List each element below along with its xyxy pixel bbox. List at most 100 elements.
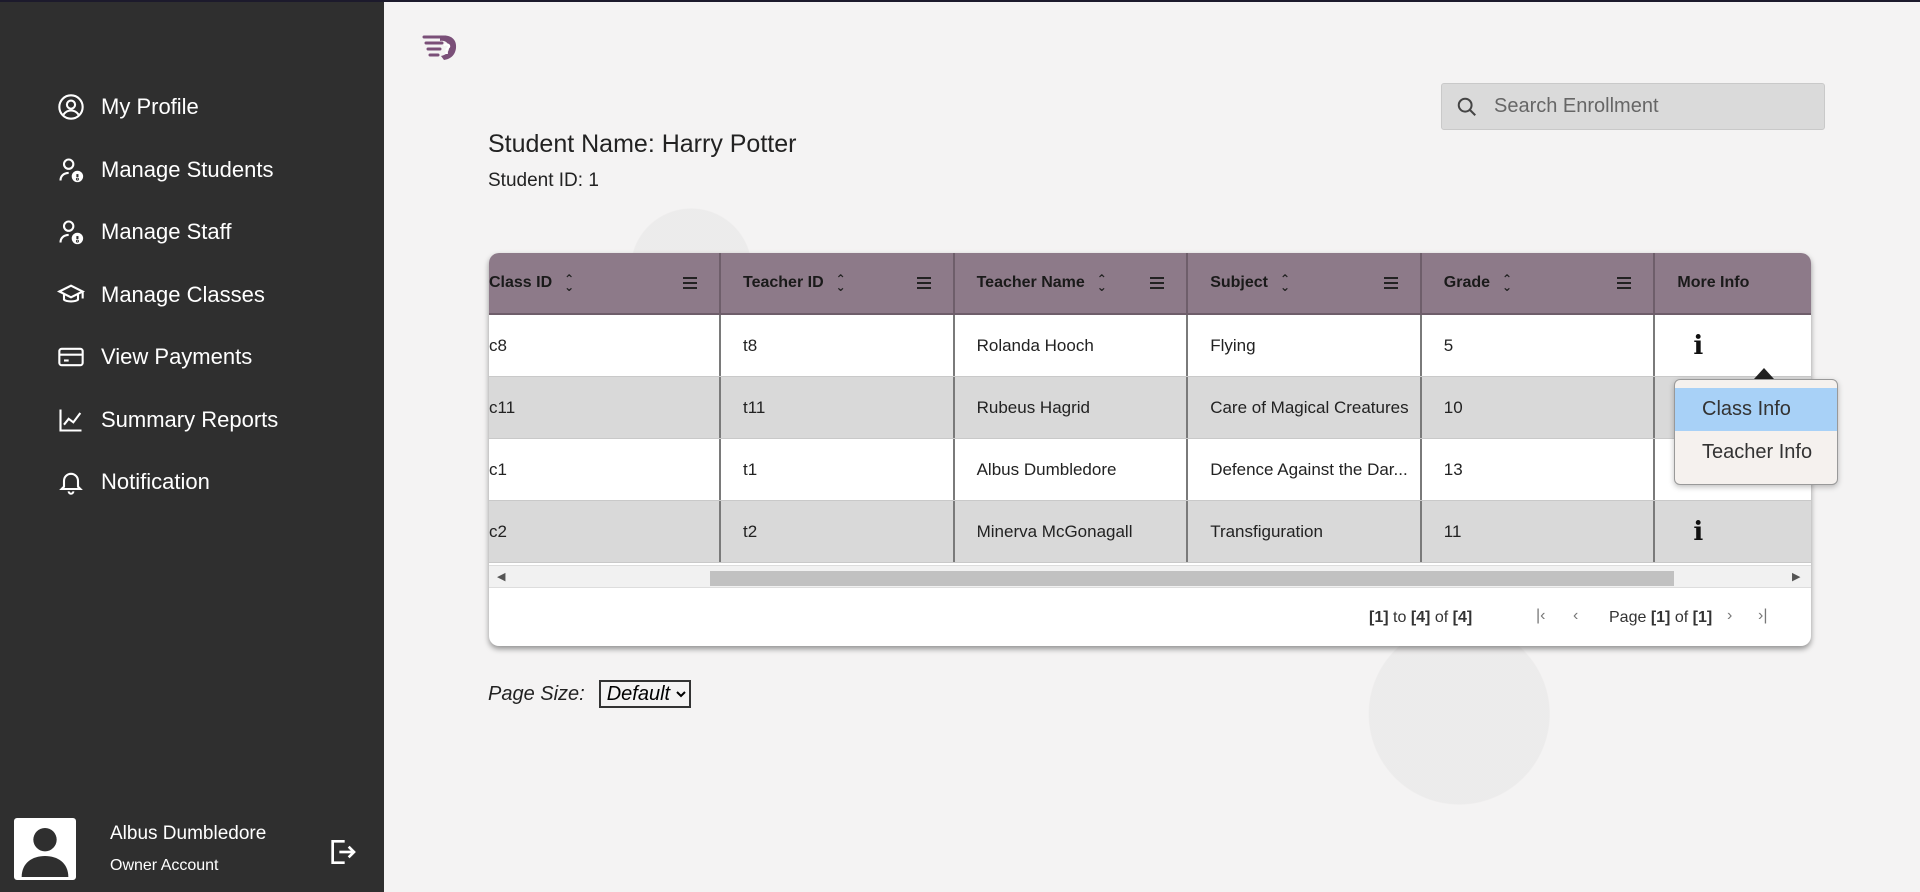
cell-teacher-id[interactable]: t11 <box>721 377 955 438</box>
column-menu-icon[interactable] <box>1383 277 1398 289</box>
column-header-subject[interactable]: Subject ⌃ ⌄ <box>1188 253 1422 313</box>
page-indicator: Page [1] of [1] <box>1609 609 1712 627</box>
sidebar-item-manage-staff[interactable]: Manage Staff <box>56 201 278 264</box>
cell-teacher-id[interactable]: t8 <box>721 315 955 376</box>
user-card: Albus Dumbledore Owner Account <box>14 818 266 880</box>
sort-icon[interactable]: ⌃ ⌄ <box>1280 273 1290 293</box>
table-row[interactable]: c1 t1 Albus Dumbledore Defence Against t… <box>489 439 1811 501</box>
enrollment-grid: Class ID ⌃ ⌄ Teacher ID ⌃ ⌄ Teacher Name ⌃… <box>489 253 1811 646</box>
user-role: Owner Account <box>110 857 219 874</box>
cell-class-id[interactable]: c11 <box>489 377 721 438</box>
search-input[interactable] <box>1494 95 1814 118</box>
user-circle-icon <box>56 92 86 122</box>
scroll-thumb[interactable] <box>710 571 1674 586</box>
menu-item-class-info[interactable]: Class Info <box>1675 388 1837 431</box>
cell-subject[interactable]: Care of Magical Creatures <box>1188 377 1422 438</box>
column-header-teacher-name[interactable]: Teacher Name ⌃ ⌄ <box>955 253 1189 313</box>
previous-page-icon[interactable]: ‹ <box>1573 607 1578 625</box>
table-row[interactable]: c8 t8 Rolanda Hooch Flying 5 i <box>489 315 1811 377</box>
sort-icon[interactable]: ⌃ ⌄ <box>1097 273 1107 293</box>
header-row: Class ID ⌃ ⌄ Teacher ID ⌃ ⌄ Teacher Name ⌃… <box>489 253 1811 315</box>
page-size-select[interactable]: Default <box>598 680 691 708</box>
student-name: Student Name: Harry Potter <box>488 130 797 158</box>
cell-class-id[interactable]: c2 <box>489 501 721 562</box>
last-page-icon[interactable]: ›| <box>1758 607 1767 625</box>
cell-grade[interactable]: 11 <box>1422 501 1656 562</box>
column-header-label: Teacher ID <box>743 274 824 291</box>
column-menu-icon[interactable] <box>1150 277 1165 289</box>
cell-grade[interactable]: 5 <box>1422 315 1656 376</box>
column-header-class-id[interactable]: Class ID ⌃ ⌄ <box>489 253 721 313</box>
more-info-menu: Class Info Teacher Info <box>1674 379 1838 485</box>
info-icon[interactable]: i <box>1693 517 1703 547</box>
first-page-icon[interactable]: |‹ <box>1536 607 1545 625</box>
cell-class-id[interactable]: c1 <box>489 439 721 500</box>
row-from: [1] <box>1369 609 1389 626</box>
to-word: to <box>1393 609 1407 626</box>
column-header-label: Teacher Name <box>976 274 1085 291</box>
column-header-label: Grade <box>1443 274 1491 291</box>
column-header-label: More Info <box>1677 274 1750 291</box>
sidebar-item-label: Manage Staff <box>101 219 232 245</box>
cell-more-info[interactable]: i <box>1655 315 1811 376</box>
column-menu-icon[interactable] <box>683 277 697 289</box>
sidebar-item-label: My Profile <box>101 94 199 120</box>
sidebar-item-view-payments[interactable]: View Payments <box>56 326 278 389</box>
column-header-label: Class ID <box>489 274 553 291</box>
student-id: Student ID: 1 <box>488 170 599 191</box>
page-word: Page <box>1609 609 1647 626</box>
sidebar-item-notification[interactable]: Notification <box>56 451 278 514</box>
column-header-teacher-id[interactable]: Teacher ID ⌃ ⌄ <box>721 253 955 313</box>
sidebar-item-label: Manage Classes <box>101 281 265 307</box>
total-pages: [1] <box>1692 609 1713 626</box>
user-alert-icon <box>56 217 86 247</box>
column-header-grade[interactable]: Grade ⌃ ⌄ <box>1422 253 1656 313</box>
sort-icon[interactable]: ⌃ ⌄ <box>564 273 574 293</box>
scroll-left-icon[interactable]: ◀ <box>497 570 505 583</box>
table-row[interactable]: c11 t11 Rubeus Hagrid Care of Magical Cr… <box>489 377 1811 439</box>
avatar <box>14 818 76 880</box>
menu-item-teacher-info[interactable]: Teacher Info <box>1675 431 1837 474</box>
sidebar-item-label: Manage Students <box>101 156 274 182</box>
line-chart-icon <box>56 405 86 435</box>
cell-teacher-name[interactable]: Albus Dumbledore <box>955 439 1189 500</box>
column-menu-icon[interactable] <box>916 277 931 289</box>
cell-subject[interactable]: Defence Against the Dar... <box>1188 439 1422 500</box>
column-header-more-info[interactable]: More Info <box>1655 253 1811 313</box>
cell-class-id[interactable]: c8 <box>489 315 721 376</box>
horizontal-scrollbar[interactable]: ◀ ▶ <box>489 565 1811 587</box>
sidebar-item-my-profile[interactable]: My Profile <box>56 76 278 139</box>
sidebar-item-label: Summary Reports <box>101 406 279 432</box>
user-alert-icon <box>56 155 86 185</box>
cell-teacher-id[interactable]: t1 <box>721 439 955 500</box>
cell-teacher-id[interactable]: t2 <box>721 501 955 562</box>
search-icon <box>1457 97 1476 116</box>
scroll-right-icon[interactable]: ▶ <box>1792 570 1800 583</box>
cell-teacher-name[interactable]: Minerva McGonagall <box>955 501 1189 562</box>
sort-icon[interactable]: ⌃ ⌄ <box>836 273 846 293</box>
search-bar[interactable] <box>1441 83 1825 130</box>
svg-text:?: ? <box>443 42 451 58</box>
logo-icon: ? <box>422 35 457 60</box>
sidebar-item-summary-reports[interactable]: Summary Reports <box>56 389 278 452</box>
cell-teacher-name[interactable]: Rubeus Hagrid <box>955 377 1189 438</box>
sidebar-item-manage-students[interactable]: Manage Students <box>56 139 278 202</box>
column-menu-icon[interactable] <box>1617 277 1632 289</box>
table-row[interactable]: c2 t2 Minerva McGonagall Transfiguration… <box>489 501 1811 563</box>
cell-subject[interactable]: Transfiguration <box>1188 501 1422 562</box>
sidebar-item-manage-classes[interactable]: Manage Classes <box>56 264 278 327</box>
cell-grade[interactable]: 10 <box>1422 377 1656 438</box>
next-page-icon[interactable]: › <box>1727 607 1732 625</box>
sidebar-nav: My Profile Manage Students Manage Staff … <box>56 76 278 514</box>
sort-icon[interactable]: ⌃ ⌄ <box>1502 273 1512 293</box>
of-word: of <box>1434 609 1449 626</box>
cell-teacher-name[interactable]: Rolanda Hooch <box>955 315 1189 376</box>
cell-grade[interactable]: 13 <box>1422 439 1656 500</box>
sidebar-item-label: View Payments <box>101 344 253 370</box>
logout-icon[interactable] <box>326 836 358 868</box>
cell-more-info[interactable]: i <box>1655 501 1811 562</box>
info-icon[interactable]: i <box>1693 331 1703 361</box>
pagination-bar: [1] to [4] of [4] |‹ ‹ Page [1] of [1] ›… <box>489 587 1811 646</box>
cell-subject[interactable]: Flying <box>1188 315 1422 376</box>
user-silhouette-icon <box>21 828 69 877</box>
